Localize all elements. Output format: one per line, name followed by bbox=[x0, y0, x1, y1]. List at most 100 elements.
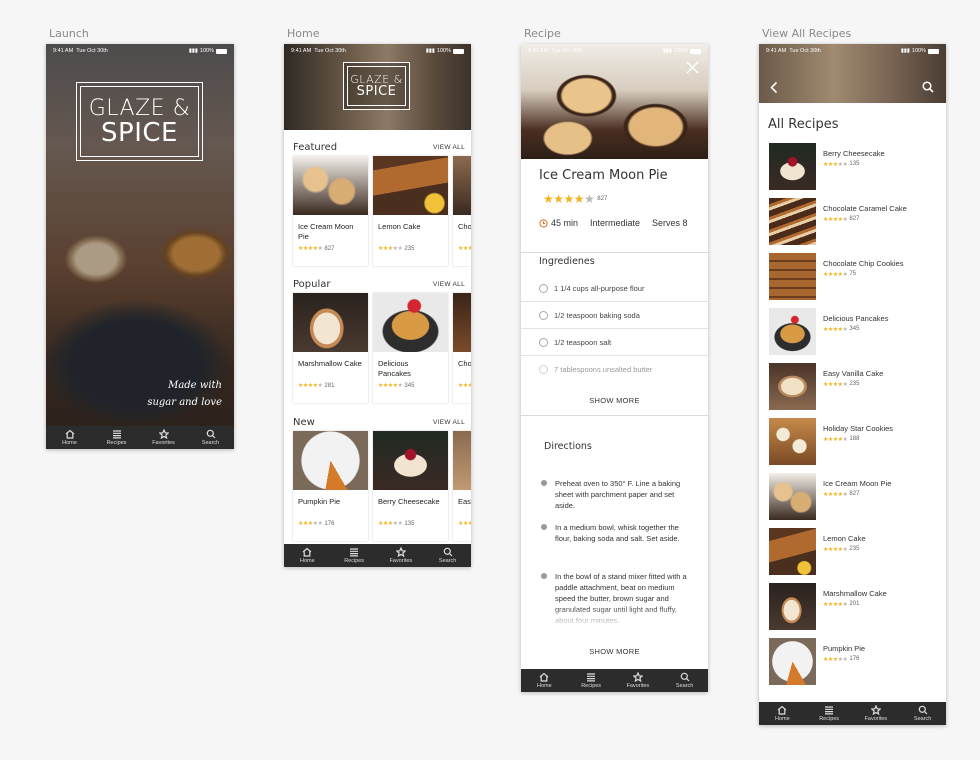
ingredients-title: Ingredienes bbox=[539, 256, 595, 267]
search-icon[interactable] bbox=[922, 81, 934, 93]
recipe-list-item[interactable]: Delicious Pancakes ★★★★★ 345 bbox=[769, 308, 942, 355]
ingredient-item[interactable]: 1/2 teaspoon baking soda bbox=[521, 302, 708, 329]
back-chevron-icon[interactable] bbox=[769, 81, 779, 94]
section-title: Popular bbox=[293, 279, 331, 290]
close-icon[interactable] bbox=[686, 61, 699, 74]
recipe-image bbox=[293, 156, 368, 215]
tab-home[interactable]: Home bbox=[522, 672, 567, 689]
tab-home[interactable]: Home bbox=[760, 705, 805, 722]
tab-search[interactable]: Search bbox=[188, 429, 233, 446]
section-title: Featured bbox=[293, 142, 338, 153]
view-all-button[interactable]: VIEW ALL bbox=[433, 144, 465, 151]
recipe-card[interactable]: Delicious Pancakes ★★★★★ 345 bbox=[373, 293, 448, 403]
recipe-thumbnail bbox=[769, 583, 816, 630]
tab-favorites[interactable]: Favorites bbox=[615, 672, 660, 689]
recipe-card[interactable]: Ice Cream Moon Pie ★★★★★ 827 bbox=[293, 156, 368, 266]
star-rating: ★★★★★ bbox=[823, 492, 848, 498]
home-screen: 9:41 AM Tue Oct 30th ▮▮▮ 100% GLAZE & SPI… bbox=[284, 44, 471, 567]
recipe-card[interactable]: Lemon Cake ★★★★★ 235 bbox=[373, 156, 448, 266]
favorites-icon bbox=[632, 672, 643, 682]
recipe-image bbox=[373, 156, 448, 215]
tab-home[interactable]: Home bbox=[285, 547, 330, 564]
ingredient-item[interactable]: 1 1/4 cups all-purpose flour bbox=[521, 275, 708, 302]
section-popular: Popular VIEW ALL bbox=[293, 279, 471, 290]
tab-search[interactable]: Search bbox=[662, 672, 707, 689]
favorites-icon bbox=[870, 705, 881, 715]
recipe-thumbnail bbox=[769, 418, 816, 465]
recipe-list-item[interactable]: Holiday Star Cookies ★★★★★ 188 bbox=[769, 418, 942, 465]
tab-bar: Home Recipes Favorites Search bbox=[759, 702, 946, 725]
battery-icon bbox=[453, 48, 464, 54]
status-bar: 9:41 AM Tue Oct 30th ▮▮▮ 100% bbox=[521, 44, 708, 58]
recipe-image bbox=[453, 431, 471, 490]
checkbox-icon[interactable] bbox=[539, 283, 548, 293]
checkbox-icon[interactable] bbox=[539, 365, 548, 374]
recipe-list-item[interactable]: Marshmallow Cake ★★★★★ 201 bbox=[769, 583, 942, 630]
checkbox-icon[interactable] bbox=[539, 310, 548, 320]
recipe-card[interactable]: Pumpkin Pie ★★★★★ 176 bbox=[293, 431, 368, 541]
signal-icon: ▮▮▮ bbox=[425, 48, 435, 54]
recipe-card[interactable]: Cho Car ★★★★ bbox=[453, 293, 471, 403]
star-rating: ★★★★★ bbox=[823, 217, 848, 223]
tab-recipes[interactable]: Recipes bbox=[807, 705, 852, 722]
recipe-list-item[interactable]: Berry Cheesecake ★★★★★ 135 bbox=[769, 143, 942, 190]
home-icon bbox=[302, 547, 312, 557]
view-all-button[interactable]: VIEW ALL bbox=[433, 281, 465, 288]
tab-favorites[interactable]: Favorites bbox=[853, 705, 898, 722]
recipe-image bbox=[373, 431, 448, 490]
clock-icon bbox=[539, 218, 548, 228]
tab-recipes[interactable]: Recipes bbox=[332, 547, 377, 564]
ingredient-item[interactable]: 1/2 teaspoon salt bbox=[521, 329, 708, 356]
star-rating: ★★★★ bbox=[458, 521, 471, 527]
show-more-ingredients-button[interactable]: SHOW MORE bbox=[521, 396, 708, 405]
recipe-list-item[interactable]: Chocolate Caramel Cake ★★★★★ 827 bbox=[769, 198, 942, 245]
tab-recipes[interactable]: Recipes bbox=[94, 429, 139, 446]
star-rating: ★★★★★ bbox=[823, 657, 848, 663]
recipe-image bbox=[293, 293, 368, 352]
artboard-label-recipe: Recipe bbox=[524, 27, 561, 40]
show-more-directions-button[interactable]: SHOW MORE bbox=[521, 647, 708, 656]
artboard-label-launch: Launch bbox=[49, 27, 89, 40]
recipe-list-item[interactable]: Pumpkin Pie ★★★★★ 176 bbox=[769, 638, 942, 685]
recipe-list-item[interactable]: Easy Vanilla Cake ★★★★★ 235 bbox=[769, 363, 942, 410]
recipe-card[interactable]: Berry Cheesecake ★★★★★ 135 bbox=[373, 431, 448, 541]
recipes-icon bbox=[350, 548, 359, 557]
tagline: Made with sugar and love bbox=[147, 380, 222, 408]
artboard-label-view-all: View All Recipes bbox=[762, 27, 852, 40]
tab-search[interactable]: Search bbox=[425, 547, 470, 564]
recipe-list-item[interactable]: Chocolate Chip Cookies ★★★★★ 75 bbox=[769, 253, 942, 300]
view-all-button[interactable]: VIEW ALL bbox=[433, 419, 465, 426]
star-rating: ★★★★★ bbox=[823, 382, 848, 388]
card-row-featured: Ice Cream Moon Pie ★★★★★ 827 Lemon Cake ★… bbox=[293, 156, 471, 266]
tab-bar: Home Recipes Favorites Search bbox=[521, 669, 708, 692]
recipe-list-item[interactable]: Ice Cream Moon Pie ★★★★★ 827 bbox=[769, 473, 942, 520]
artboard-label-home: Home bbox=[287, 27, 320, 40]
recipe-image bbox=[453, 156, 471, 215]
ingredient-item[interactable]: 7 tablespoons unsalted butter bbox=[521, 356, 708, 383]
tab-bar: Home Recipes Favorites Search bbox=[284, 544, 471, 567]
tab-favorites[interactable]: Favorites bbox=[141, 429, 186, 446]
tab-recipes[interactable]: Recipes bbox=[569, 672, 614, 689]
recipe-thumbnail bbox=[769, 308, 816, 355]
checkbox-icon[interactable] bbox=[539, 337, 548, 347]
direction-step: In a medium bowl, whisk together the flo… bbox=[541, 522, 694, 544]
status-bar: 9:41 AM Tue Oct 30th ▮▮▮ 100% bbox=[284, 44, 471, 58]
recipe-thumbnail bbox=[769, 363, 816, 410]
star-rating: ★★★★★ bbox=[823, 602, 848, 608]
recipe-thumbnail bbox=[769, 143, 816, 190]
recipe-rating: ★★★★★ 827 bbox=[543, 192, 608, 206]
recipe-card[interactable]: Eas Cak ★★★★ bbox=[453, 431, 471, 541]
brand-logo: GLAZE & SPICE bbox=[343, 62, 410, 110]
recipe-thumbnail bbox=[769, 253, 816, 300]
tab-search[interactable]: Search bbox=[900, 705, 945, 722]
search-icon bbox=[206, 429, 215, 439]
star-rating: ★★★★★ bbox=[298, 383, 323, 389]
tab-favorites[interactable]: Favorites bbox=[378, 547, 423, 564]
recipe-card[interactable]: Marshmallow Cake ★★★★★ 281 bbox=[293, 293, 368, 403]
recipe-list-item[interactable]: Lemon Cake ★★★★★ 235 bbox=[769, 528, 942, 575]
star-rating: ★★★★★ bbox=[823, 437, 848, 443]
recipe-image bbox=[373, 293, 448, 352]
tab-home[interactable]: Home bbox=[47, 429, 92, 446]
section-featured: Featured VIEW ALL bbox=[293, 142, 471, 153]
recipe-card[interactable]: Cho Coo ★★★★ bbox=[453, 156, 471, 266]
